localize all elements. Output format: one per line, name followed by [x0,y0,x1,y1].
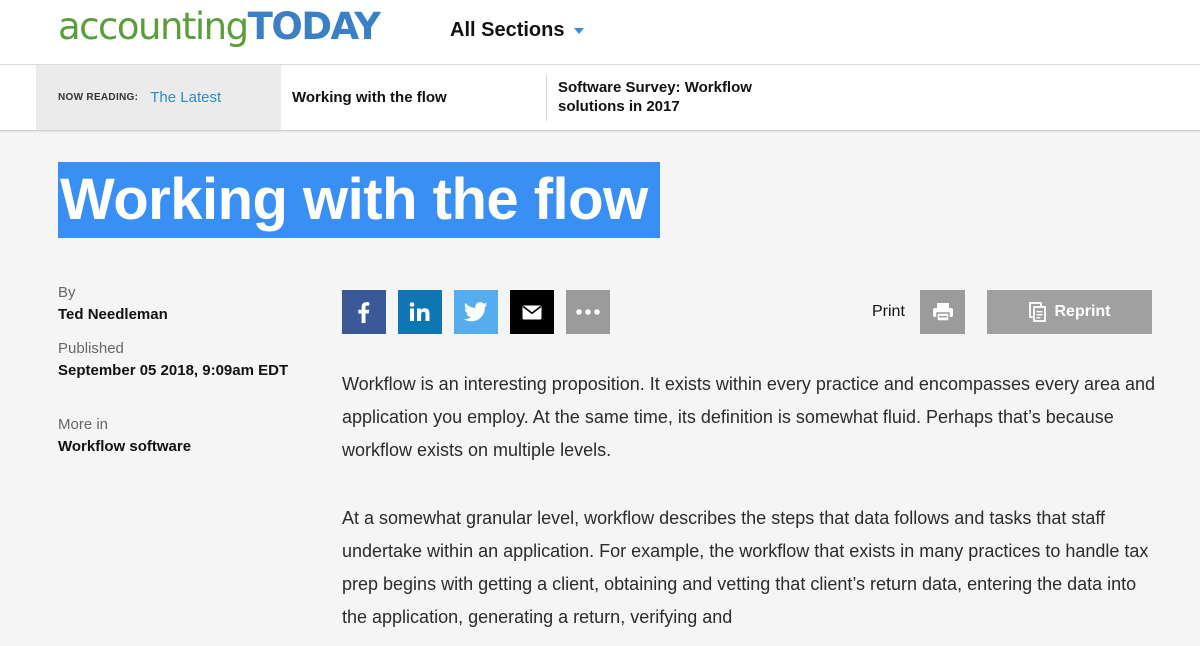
all-sections-menu[interactable]: All Sections [450,19,585,42]
logo-accounting: accounting [58,5,249,48]
print-label: Print [872,303,905,320]
reprint-label: Reprint [1054,303,1111,320]
more-in-link[interactable]: Workflow software [58,438,191,455]
next-article-link[interactable]: Software Survey: Workflow solutions in 2… [558,78,768,116]
email-share-button[interactable] [510,290,554,334]
chevron-down-icon [574,27,585,34]
article-paragraph: At a somewhat granular level, workflow d… [342,508,1149,627]
email-icon [522,305,542,319]
more-share-button[interactable] [566,290,610,334]
article-title: Working with the flow [60,167,648,232]
copy-icon [1028,302,1046,322]
published-label: Published [58,340,124,357]
all-sections-label: All Sections [450,19,565,41]
more-in-label: More in [58,416,109,433]
facebook-share-button[interactable] [342,290,386,334]
twitter-icon [464,302,488,322]
now-reading-panel: NOW READING: The Latest [36,65,281,130]
linkedin-icon [409,302,430,321]
reprint-button[interactable]: Reprint [987,290,1152,334]
linkedin-share-button[interactable] [398,290,442,334]
twitter-share-button[interactable] [454,290,498,334]
site-logo[interactable]: accountingTODAY [58,2,381,52]
author-link[interactable]: Ted Needleman [58,306,168,323]
divider [546,75,547,121]
more-icon [576,309,600,315]
facebook-icon [358,302,370,323]
logo-today: TODAY [247,5,381,48]
by-label: By [58,284,76,301]
now-reading-bar: NOW READING: The Latest Working with the… [0,65,1200,131]
printer-icon [932,303,953,322]
print-button[interactable] [920,290,965,334]
now-reading-label: NOW READING: [58,92,139,103]
published-date: September 05 2018, 9:09am EDT [58,362,289,379]
current-article-link[interactable]: Working with the flow [292,88,447,107]
the-latest-link[interactable]: The Latest [150,89,221,106]
site-header: accountingTODAY All Sections [0,0,1200,65]
article-paragraph: Workflow is an interesting proposition. … [342,374,1156,460]
